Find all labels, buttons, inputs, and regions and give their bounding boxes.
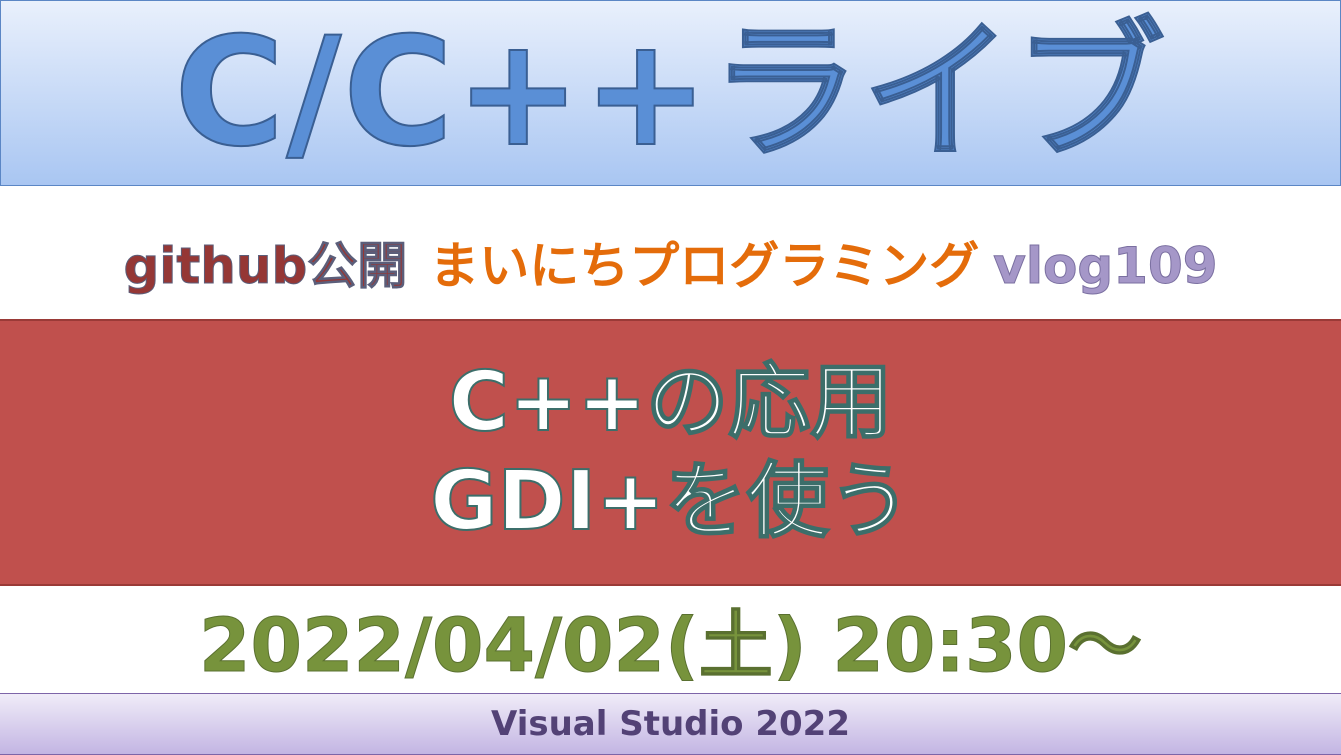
subtitle-banner: github公開 まいにちプログラミング vlog109 [0,186,1341,319]
footer-tool: Visual Studio 2022 [490,704,850,744]
topic-line-1: C++の応用 [448,354,894,451]
title-banner: C/C++ライブ [0,0,1341,186]
schedule-datetime: 2022/04/02(土) 20:30～ [199,603,1143,690]
footer-banner: Visual Studio 2022 [0,693,1341,755]
series-name: まいにちプログラミング [429,237,980,295]
schedule-banner: 2022/04/02(土) 20:30～ [0,586,1341,693]
episode-label: vlog109 [993,237,1218,296]
topic-line-2: GDI+を使う [429,452,912,549]
github-label: github公開 [123,237,408,296]
main-title: C/C++ライブ [173,6,1167,180]
topic-banner: C++の応用 GDI+を使う [0,319,1341,586]
